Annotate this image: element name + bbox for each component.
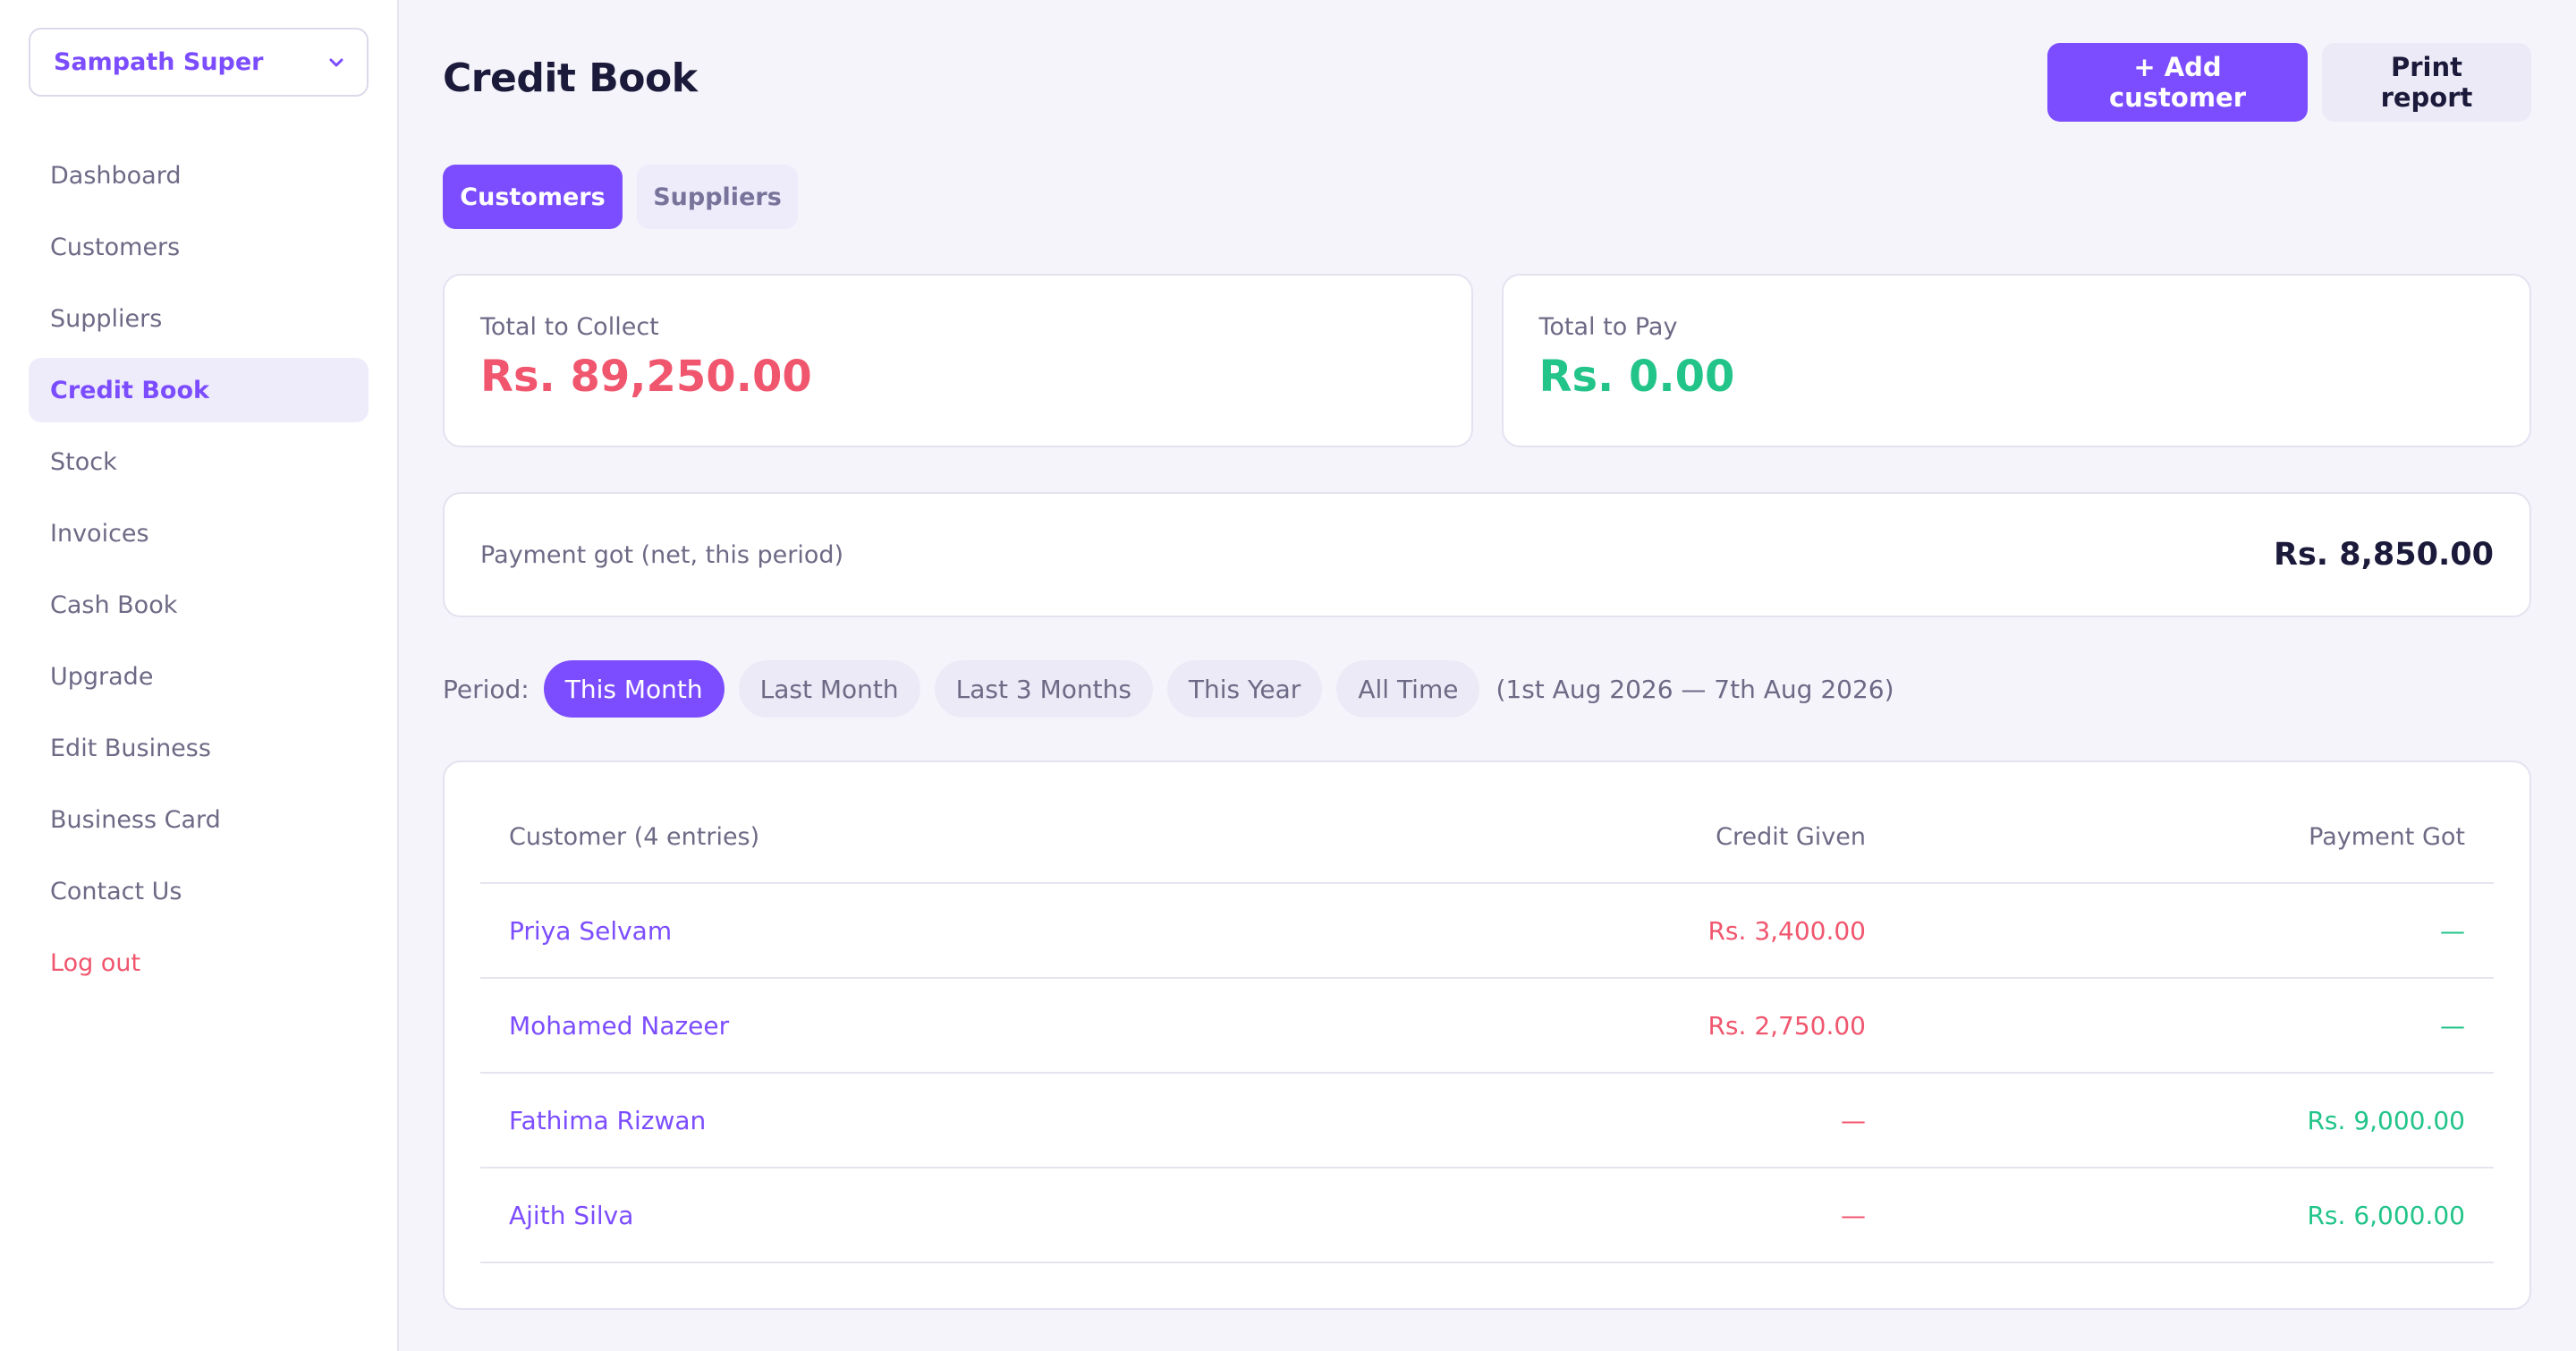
period-last-month[interactable]: Last Month [738, 660, 920, 718]
credit-given-cell: Rs. 2,750.00 [1707, 1010, 1866, 1041]
table-row: Fathima Rizwan — Rs. 9,000.00 [480, 1074, 2494, 1168]
sidebar-item-contact-us[interactable]: Contact Us [29, 859, 369, 923]
period-label: Period: [443, 674, 530, 704]
total-to-collect-card: Total to Collect Rs. 89,250.00 [443, 274, 1473, 447]
credit-given-cell: — [1841, 1200, 1866, 1230]
sidebar-item-log-out[interactable]: Log out [29, 930, 369, 995]
credit-given-cell: — [1841, 1105, 1866, 1135]
net-payment-card: Payment got (net, this period) Rs. 8,850… [443, 492, 2531, 617]
payment-got-cell: Rs. 6,000.00 [2307, 1200, 2465, 1230]
customer-name-link[interactable]: Priya Selvam [509, 916, 672, 946]
sidebar-item-upgrade[interactable]: Upgrade [29, 644, 369, 709]
customer-table: Customer (4 entries) Credit Given Paymen… [443, 760, 2531, 1310]
period-filter: Period: This Month Last Month Last 3 Mon… [443, 660, 2531, 718]
customer-name-link[interactable]: Ajith Silva [509, 1201, 633, 1230]
tab-suppliers[interactable]: Suppliers [637, 165, 798, 229]
payment-got-cell: Rs. 9,000.00 [2307, 1105, 2465, 1135]
period-all-time[interactable]: All Time [1336, 660, 1480, 718]
sidebar-item-customers[interactable]: Customers [29, 215, 369, 279]
sidebar-item-cash-book[interactable]: Cash Book [29, 573, 369, 637]
total-to-pay-card: Total to Pay Rs. 0.00 [1501, 274, 2531, 447]
business-name: Sampath Super [54, 48, 264, 76]
sidebar-item-dashboard[interactable]: Dashboard [29, 143, 369, 208]
sidebar-item-invoices[interactable]: Invoices [29, 501, 369, 565]
sidebar-item-suppliers[interactable]: Suppliers [29, 286, 369, 351]
tab-customers[interactable]: Customers [443, 165, 623, 229]
sidebar-item-credit-book[interactable]: Credit Book [29, 358, 369, 422]
credit-given-cell: Rs. 3,400.00 [1707, 915, 1866, 946]
sidebar-item-edit-business[interactable]: Edit Business [29, 716, 369, 780]
sidebar-item-stock[interactable]: Stock [29, 429, 369, 494]
total-to-pay-label: Total to Pay [1538, 313, 1678, 341]
tab-bar: Customers Suppliers [443, 165, 2531, 229]
business-selector[interactable]: Sampath Super [29, 28, 369, 97]
column-header-customer: Customer (4 entries) [509, 822, 760, 851]
payment-got-cell: — [2440, 1010, 2465, 1041]
column-header-credit-given: Credit Given [1716, 822, 1866, 851]
net-payment-value: Rs. 8,850.00 [2274, 537, 2494, 573]
sidebar: Sampath Super Dashboard Customers Suppli… [0, 0, 399, 1351]
main-content: Credit Book + Add customer Print report … [399, 0, 2576, 1351]
net-payment-label: Payment got (net, this period) [480, 540, 844, 569]
add-customer-button[interactable]: + Add customer [2047, 43, 2308, 122]
column-header-payment-got: Payment Got [2309, 822, 2465, 851]
total-to-collect-label: Total to Collect [480, 313, 659, 341]
table-row: Mohamed Nazeer Rs. 2,750.00 — [480, 979, 2494, 1074]
page-title: Credit Book [443, 55, 698, 101]
period-this-month[interactable]: This Month [543, 660, 724, 718]
chevron-down-icon [329, 58, 343, 66]
total-to-collect-value: Rs. 89,250.00 [480, 352, 812, 402]
header-actions: + Add customer Print report [2047, 43, 2531, 122]
table-header: Customer (4 entries) Credit Given Paymen… [480, 791, 2494, 884]
period-date-range: (1st Aug 2026 — 7th Aug 2026) [1496, 674, 1894, 704]
total-to-pay-value: Rs. 0.00 [1538, 352, 1735, 402]
sidebar-item-business-card[interactable]: Business Card [29, 787, 369, 852]
customer-name-link[interactable]: Fathima Rizwan [509, 1106, 706, 1135]
summary-cards: Total to Collect Rs. 89,250.00 Total to … [443, 274, 2531, 447]
table-row: Ajith Silva — Rs. 6,000.00 [480, 1168, 2494, 1263]
table-row: Priya Selvam Rs. 3,400.00 — [480, 884, 2494, 979]
sidebar-nav: Dashboard Customers Suppliers Credit Boo… [29, 143, 369, 995]
page-header: Credit Book + Add customer Print report [443, 0, 2531, 165]
period-last-3-months[interactable]: Last 3 Months [934, 660, 1153, 718]
payment-got-cell: — [2440, 915, 2465, 946]
period-this-year[interactable]: This Year [1166, 660, 1323, 718]
print-report-button[interactable]: Print report [2322, 43, 2531, 122]
customer-name-link[interactable]: Mohamed Nazeer [509, 1011, 729, 1041]
